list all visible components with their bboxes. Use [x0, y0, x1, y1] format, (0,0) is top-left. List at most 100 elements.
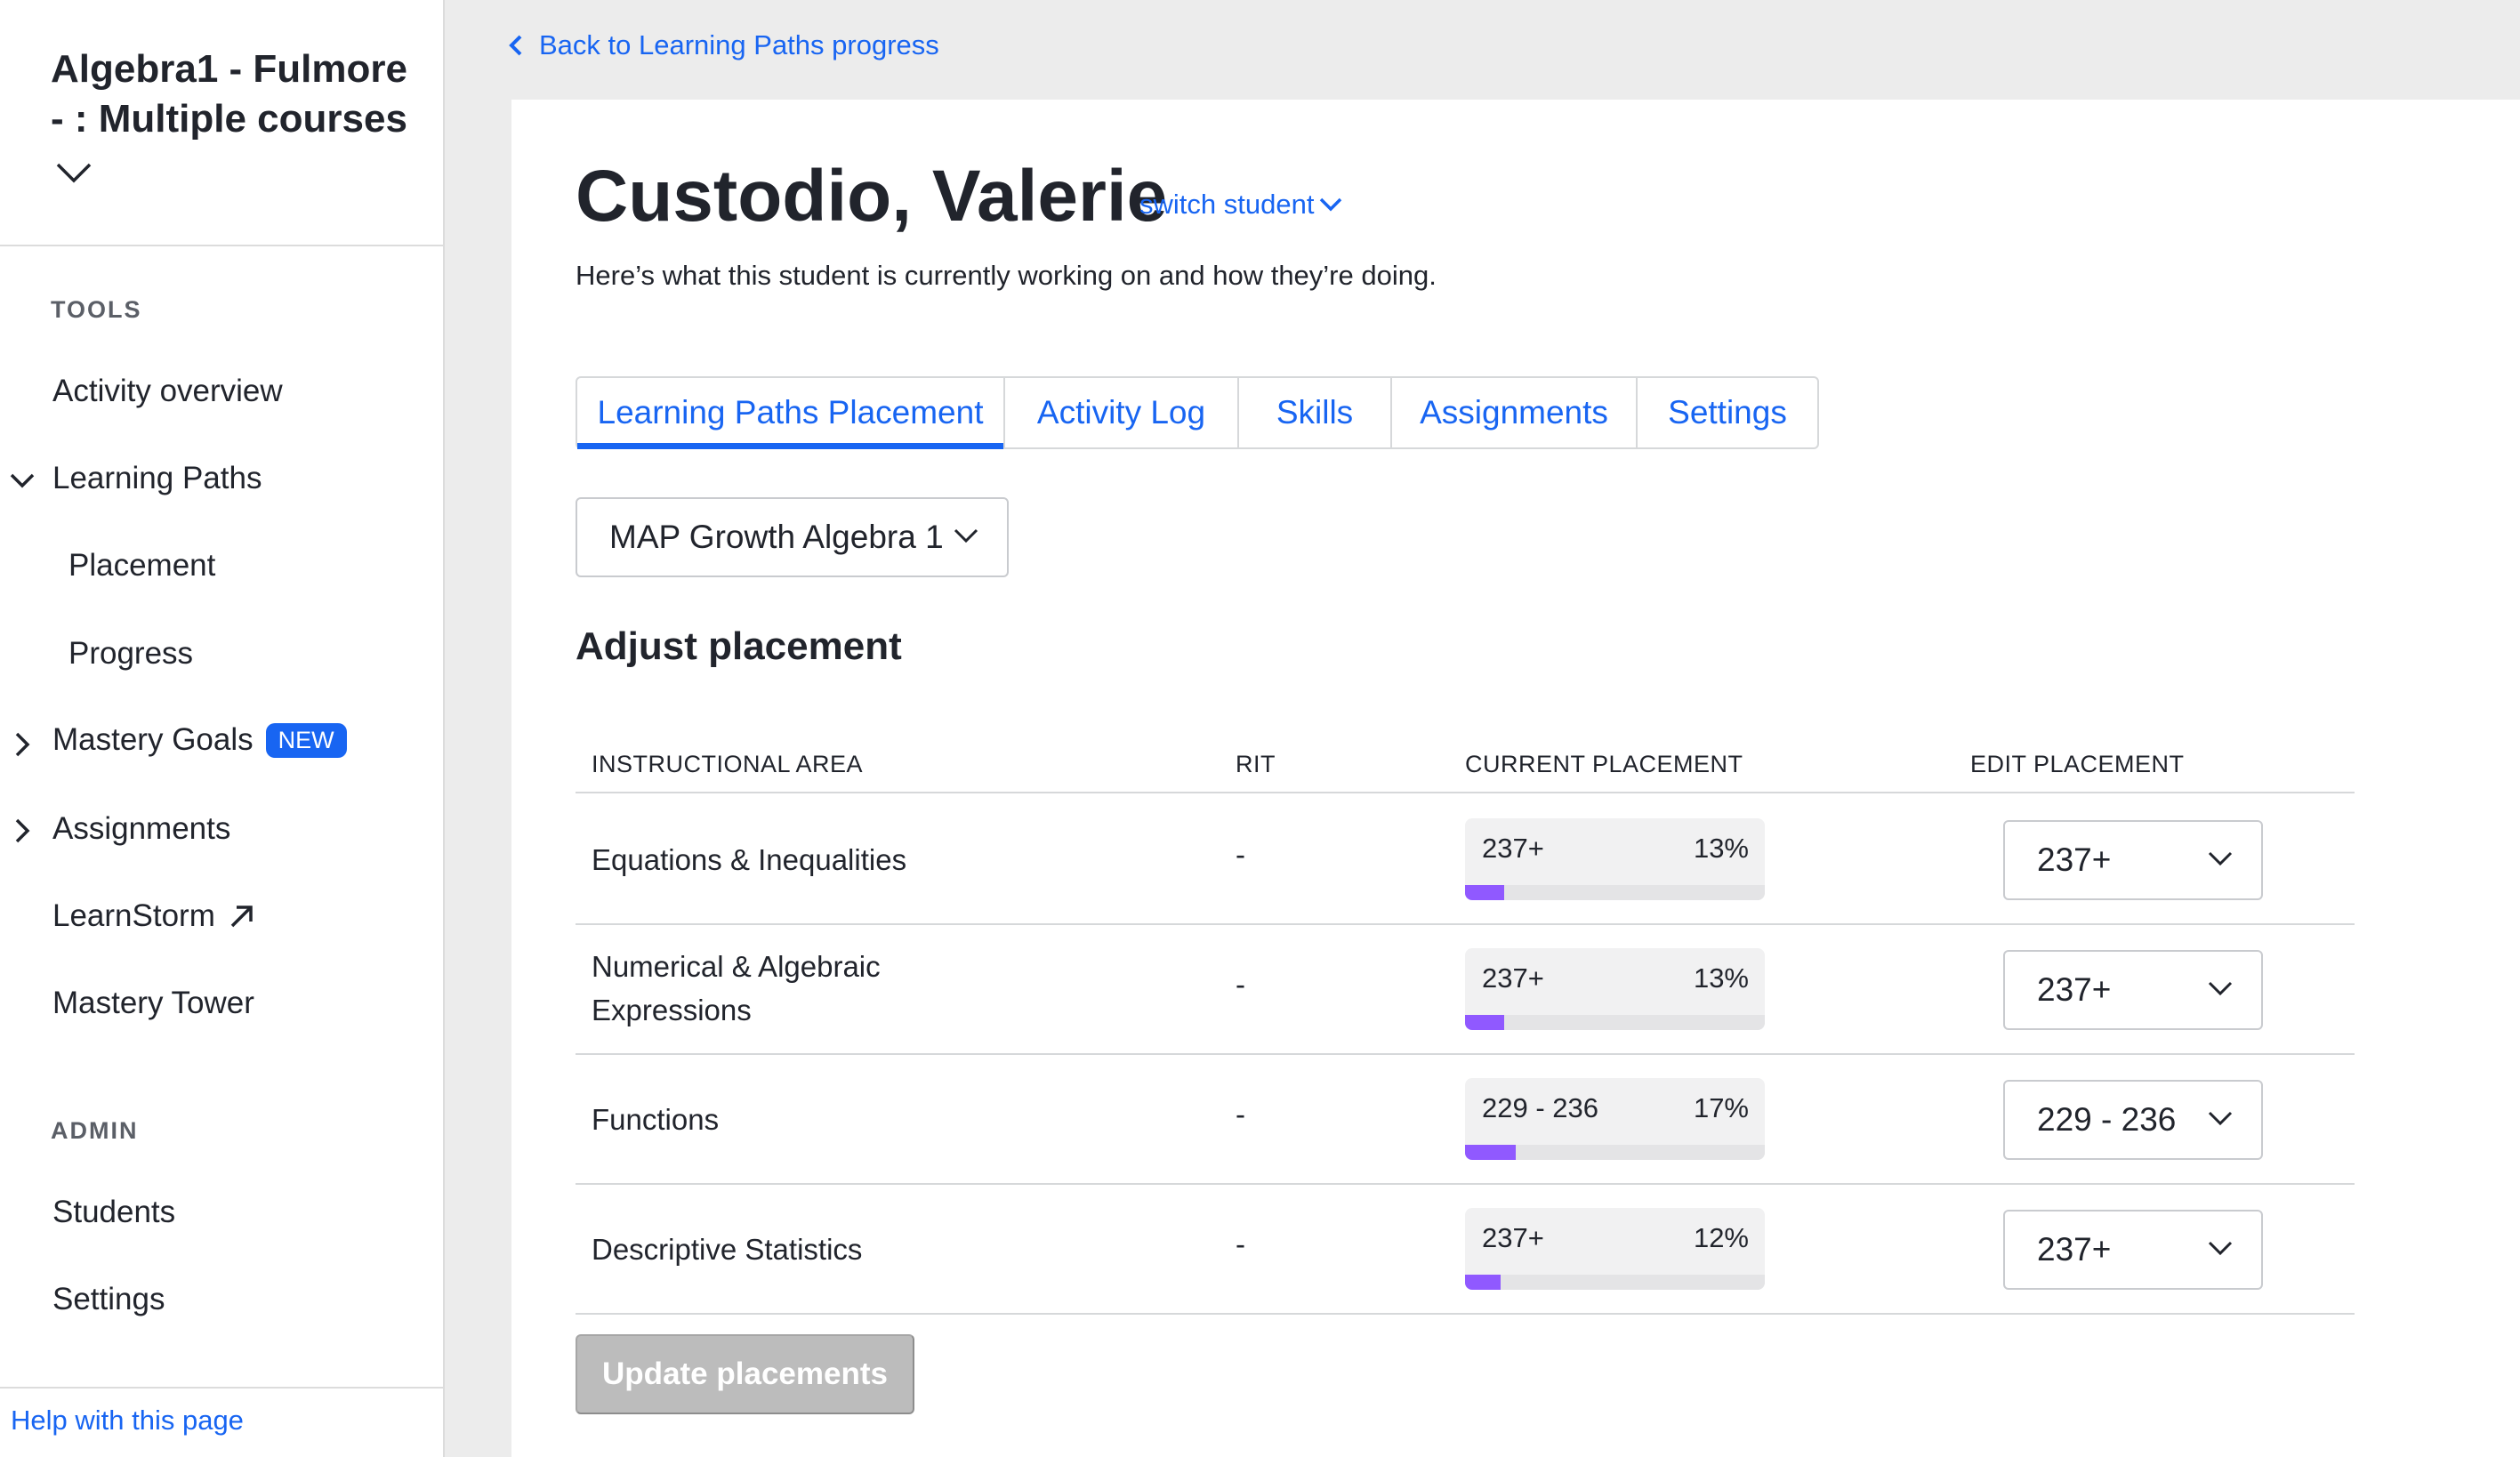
column-header-rit: RIT [1236, 751, 1276, 777]
sidebar-item-progress[interactable]: Progress [68, 636, 193, 672]
placement-progress-fill [1465, 1145, 1517, 1160]
sidebar-item-label: Students [52, 1195, 176, 1229]
placement-progress-bar [1465, 1145, 1765, 1160]
table-row: Equations & Inequalities - 237+ 13% 237+ [576, 795, 2355, 925]
chevron-down-icon [56, 146, 92, 196]
back-link-label: Back to Learning Paths progress [539, 29, 939, 60]
back-to-progress-link[interactable]: Back to Learning Paths progress [509, 29, 939, 61]
sidebar-item-label: Mastery Tower [52, 986, 254, 1020]
instructional-area: Functions [592, 1103, 720, 1136]
sidebar-item-label: Settings [52, 1282, 165, 1316]
main-panel: Custodio, Valerie switch student Here’s … [511, 100, 2520, 1457]
column-header-area: INSTRUCTIONAL AREA [592, 751, 864, 777]
rit-value: - [1236, 838, 1245, 871]
placement-percent: 13% [1693, 833, 1749, 864]
instructional-area: Numerical & Algebraic Expressions [592, 950, 881, 1026]
instructional-area: Equations & Inequalities [592, 843, 907, 876]
edit-placement-value: 229 - 236 [2037, 1101, 2177, 1138]
new-badge: NEW [265, 722, 347, 758]
edit-placement-dropdown[interactable]: 229 - 236 [2003, 1080, 2263, 1160]
tab-bar: Learning Paths Placement Activity Log Sk… [576, 376, 1819, 449]
edit-placement-dropdown[interactable]: 237+ [2003, 950, 2263, 1030]
placement-range: 229 - 236 [1482, 1092, 1598, 1123]
student-name: Custodio, Valerie [576, 156, 1168, 237]
sidebar-item-learning-paths[interactable]: Learning Paths [52, 461, 262, 496]
edit-placement-dropdown[interactable]: 237+ [2003, 820, 2263, 900]
sidebar-item-label: LearnStorm [52, 898, 215, 933]
rit-value: - [1236, 1098, 1245, 1131]
placement-progress-bar [1465, 1275, 1765, 1290]
sidebar-item-label: Activity overview [52, 374, 283, 408]
tab-settings[interactable]: Settings [1638, 378, 1817, 447]
external-link-icon [230, 906, 253, 928]
placement-progress-fill [1465, 885, 1504, 900]
placement-progress-fill [1465, 1015, 1504, 1030]
course-dropdown[interactable]: MAP Growth Algebra 1 [576, 497, 1009, 577]
chevron-down-icon [1320, 197, 1342, 212]
course-dropdown-value: MAP Growth Algebra 1 [609, 519, 944, 555]
sidebar-item-label: Assignments [52, 811, 231, 846]
placement-range: 237+ [1482, 833, 1544, 864]
edit-placement-dropdown[interactable]: 237+ [2003, 1210, 2263, 1290]
switch-student-button[interactable]: switch student [1139, 189, 1342, 221]
sidebar-item-label: Learning Paths [52, 461, 262, 495]
chevron-down-icon [2208, 851, 2233, 866]
table-row: Functions - 229 - 236 17% 229 - 236 [576, 1055, 2355, 1185]
chevron-down-icon [954, 528, 978, 543]
instructional-area: Descriptive Statistics [592, 1233, 863, 1266]
course-title: Algebra1 - Fulmore - : Multiple courses [51, 47, 407, 141]
sidebar-item-mastery-tower[interactable]: Mastery Tower [52, 986, 254, 1021]
sidebar-item-activity-overview[interactable]: Activity overview [52, 374, 283, 409]
sidebar-item-learnstorm[interactable]: LearnStorm [52, 898, 256, 934]
sidebar: Algebra1 - Fulmore - : Multiple courses … [0, 0, 445, 1457]
table-row: Descriptive Statistics - 237+ 12% 237+ [576, 1185, 2355, 1315]
adjust-placement-heading: Adjust placement [576, 624, 902, 668]
chevron-down-icon [2208, 981, 2233, 996]
tab-skills[interactable]: Skills [1239, 378, 1392, 447]
switch-student-label: switch student [1139, 189, 1315, 220]
sidebar-divider [0, 1387, 445, 1389]
edit-placement-value: 237+ [2037, 971, 2112, 1008]
tools-section-label: TOOLS [51, 296, 142, 323]
column-header-edit-placement: EDIT PLACEMENT [1970, 751, 2185, 777]
page-subtitle: Here’s what this student is currently wo… [576, 260, 1437, 291]
chevron-down-icon[interactable] [9, 467, 36, 494]
current-placement: 229 - 236 17% [1465, 1078, 1765, 1160]
placement-progress-bar [1465, 1015, 1765, 1030]
placement-range: 237+ [1482, 1222, 1544, 1253]
sidebar-item-mastery-goals[interactable]: Mastery Goals NEW [52, 722, 347, 758]
edit-placement-value: 237+ [2037, 1231, 2112, 1268]
current-placement: 237+ 13% [1465, 948, 1765, 1030]
tab-assignments[interactable]: Assignments [1392, 378, 1638, 447]
current-placement: 237+ 12% [1465, 1208, 1765, 1290]
help-link[interactable]: Help with this page [11, 1405, 244, 1437]
sidebar-item-students[interactable]: Students [52, 1195, 175, 1230]
update-placements-button[interactable]: Update placements [576, 1334, 914, 1414]
sidebar-item-label: Progress [68, 636, 194, 671]
sidebar-item-settings[interactable]: Settings [52, 1282, 165, 1317]
tab-learning-paths-placement[interactable]: Learning Paths Placement [577, 378, 1005, 449]
placement-percent: 12% [1693, 1222, 1749, 1253]
table-row: Numerical & Algebraic Expressions - 237+… [576, 925, 2355, 1055]
tab-activity-log[interactable]: Activity Log [1005, 378, 1239, 447]
chevron-right-icon[interactable] [9, 731, 36, 758]
chevron-down-icon [2208, 1111, 2233, 1126]
placement-range: 237+ [1482, 962, 1544, 994]
sidebar-item-label: Mastery Goals [52, 722, 254, 757]
column-header-current-placement: CURRENT PLACEMENT [1465, 751, 1743, 777]
current-placement: 237+ 13% [1465, 818, 1765, 900]
sidebar-item-placement[interactable]: Placement [68, 548, 215, 584]
sidebar-divider [0, 245, 445, 246]
chevron-right-icon[interactable] [9, 817, 36, 844]
edit-placement-value: 237+ [2037, 841, 2112, 878]
placement-percent: 17% [1693, 1092, 1749, 1123]
placement-percent: 13% [1693, 962, 1749, 994]
placement-progress-fill [1465, 1275, 1502, 1290]
rit-value: - [1236, 1228, 1245, 1260]
rit-value: - [1236, 968, 1245, 1001]
chevron-left-icon [509, 35, 522, 56]
chevron-down-icon [2208, 1241, 2233, 1256]
course-switcher[interactable]: Algebra1 - Fulmore - : Multiple courses [51, 44, 424, 196]
sidebar-item-assignments[interactable]: Assignments [52, 811, 230, 847]
placement-progress-bar [1465, 885, 1765, 900]
